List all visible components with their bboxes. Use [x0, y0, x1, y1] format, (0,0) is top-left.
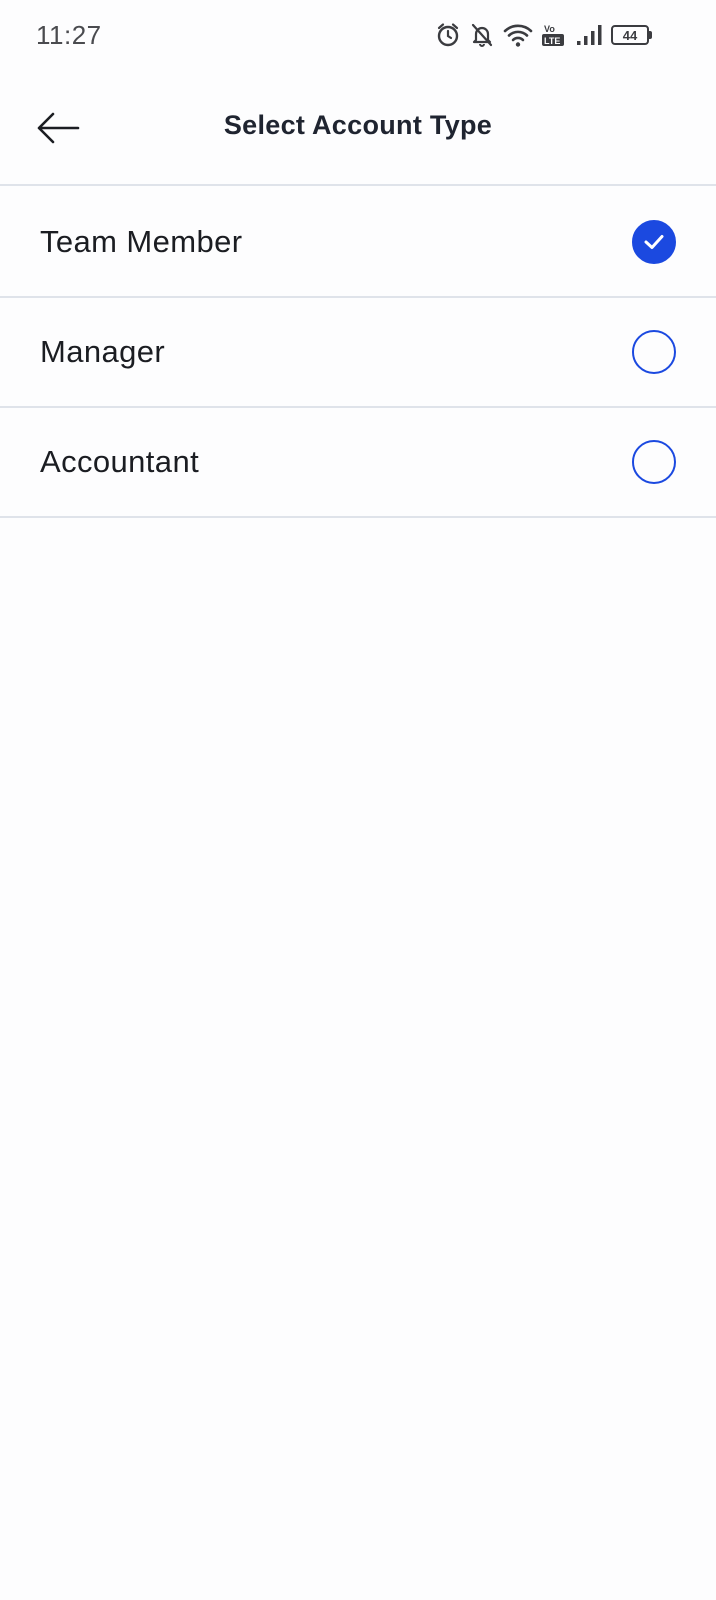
option-team-member[interactable]: Team Member	[0, 188, 716, 298]
option-label: Accountant	[40, 444, 200, 479]
option-manager[interactable]: Manager	[0, 298, 716, 408]
wifi-icon	[503, 22, 533, 48]
app-bar: Select Account Type	[0, 72, 716, 186]
status-icons: Vo LTE 44	[435, 20, 652, 50]
status-time: 11:27	[36, 20, 102, 50]
page-title: Select Account Type	[223, 110, 493, 140]
option-accountant[interactable]: Accountant	[0, 408, 716, 518]
bell-off-icon	[469, 22, 495, 48]
battery-level: 44	[611, 25, 649, 45]
check-icon	[644, 235, 664, 249]
radio-team-member[interactable]	[632, 220, 676, 264]
volte-icon: Vo LTE	[541, 22, 567, 48]
status-bar: 11:27 Vo LTE 44	[0, 0, 716, 72]
alarm-icon	[435, 22, 461, 48]
option-label: Team Member	[40, 224, 243, 259]
radio-manager[interactable]	[632, 330, 676, 374]
svg-text:Vo: Vo	[544, 24, 555, 34]
battery-icon: 44	[611, 25, 652, 45]
svg-text:LTE: LTE	[544, 36, 560, 46]
account-type-list: Team Member Manager Accountant	[0, 188, 716, 518]
option-label: Manager	[40, 334, 166, 369]
radio-accountant[interactable]	[632, 440, 676, 484]
signal-icon	[575, 22, 603, 48]
